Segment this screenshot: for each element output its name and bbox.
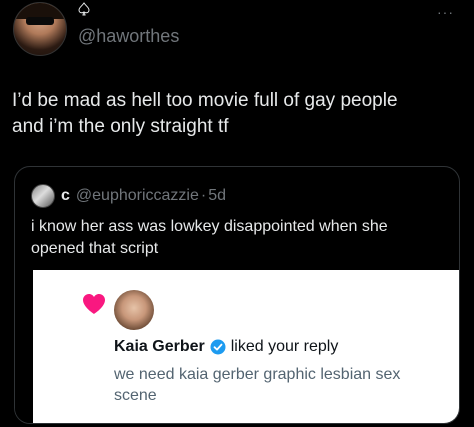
spade-icon bbox=[78, 2, 90, 16]
liked-reply-line: scene bbox=[114, 387, 157, 404]
quoted-text-line: opened that script bbox=[31, 240, 159, 257]
post-text: I’d be mad as hell too movie full of gay… bbox=[12, 88, 462, 140]
post-text-line: I’d be mad as hell too movie full of gay… bbox=[12, 90, 398, 111]
quoted-author-name[interactable]: c bbox=[61, 187, 70, 205]
quoted-text-line: i know her ass was lowkey disappointed w… bbox=[31, 218, 388, 235]
quoted-post-card[interactable]: c @euphoriccazzie · 5d i know her ass wa… bbox=[14, 166, 460, 424]
notification-action: liked your reply bbox=[230, 338, 339, 355]
dot-separator: · bbox=[200, 187, 207, 204]
notification-screenshot: Kaia Gerber liked your reply we need kai… bbox=[33, 270, 459, 423]
post-handle[interactable]: @haworthes bbox=[78, 26, 179, 47]
quoted-post-text: i know her ass was lowkey disappointed w… bbox=[31, 216, 451, 260]
post-text-line: and i’m the only straight tf bbox=[12, 116, 229, 137]
heart-icon bbox=[83, 294, 105, 314]
avatar-sunglasses bbox=[26, 17, 54, 25]
more-options-icon[interactable]: ··· bbox=[437, 4, 454, 20]
liked-reply-text: we need kaia gerber graphic lesbian sex … bbox=[114, 364, 434, 406]
quoted-author-avatar[interactable] bbox=[31, 184, 55, 208]
quoted-post-image[interactable]: Kaia Gerber liked your reply we need kai… bbox=[15, 270, 459, 423]
quoted-author-handle[interactable]: @euphoriccazzie bbox=[76, 187, 199, 205]
liked-reply-line: we need kaia gerber graphic lesbian sex bbox=[114, 366, 401, 383]
liker-avatar bbox=[114, 290, 154, 330]
quoted-post-header: c @euphoriccazzie · 5d bbox=[31, 184, 226, 208]
quoted-post-time: 5d bbox=[208, 187, 226, 204]
profile-avatar[interactable] bbox=[13, 2, 67, 56]
verified-badge-icon bbox=[210, 339, 226, 355]
liker-name: Kaia Gerber bbox=[114, 338, 205, 355]
notification-line: Kaia Gerber liked your reply bbox=[114, 338, 338, 356]
